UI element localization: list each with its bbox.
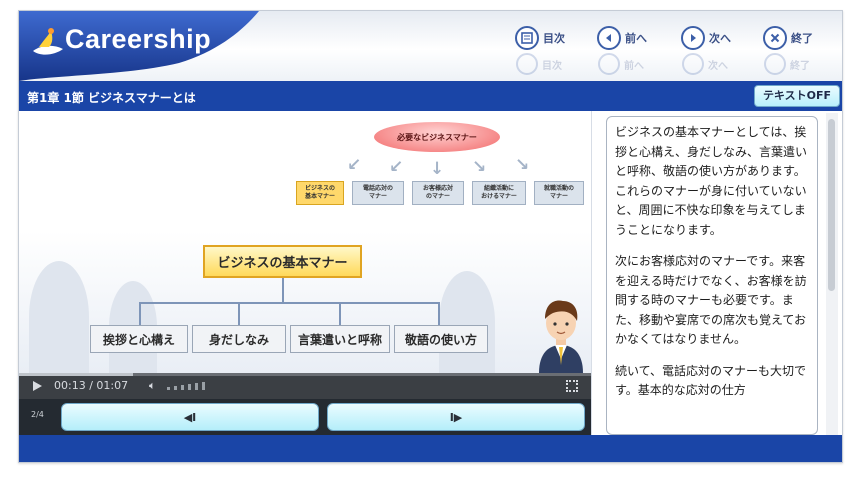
tree-connector	[139, 302, 141, 325]
transcript-paragraph: 次にお客様応対のマナーです。来客を迎える時だけでなく、お客様を訪問する時のマナー…	[615, 254, 807, 346]
tree-connector	[139, 302, 440, 304]
video-controls: 00:13 / 01:07 🔈︎	[19, 373, 591, 399]
chapter-title: 第1章 1節 ビジネスマナーとは	[27, 91, 196, 105]
volume-level-bar[interactable]	[202, 382, 205, 390]
leaf-appearance: 身だしなみ	[192, 325, 286, 353]
transcript-panel: ビジネスの基本マナーとしては、挨拶と心構え、身だしなみ、言葉遣いと呼称、敬語の使…	[591, 111, 842, 435]
exit-label: 終了	[791, 32, 813, 45]
volume-level-bar[interactable]	[188, 384, 191, 390]
logo-icon	[33, 28, 63, 55]
arrow-down-icon: ↓	[430, 159, 445, 179]
arrow-down-left-icon: ↙	[347, 155, 362, 175]
next-page-icon: I▶	[449, 410, 463, 424]
chevron-right-icon	[681, 26, 705, 50]
play-icon[interactable]	[33, 381, 42, 391]
toc-reflection: 目次	[516, 53, 562, 75]
previous-page-button[interactable]: ◀I	[61, 403, 319, 431]
transcript-scrollbar[interactable]	[826, 113, 838, 435]
next-reflection: 次へ	[682, 53, 728, 75]
volume-icon[interactable]: 🔈︎	[149, 379, 156, 393]
volume-level-bar[interactable]	[181, 385, 184, 390]
mini-card-job-hunting: 就職活動の マナー	[534, 181, 584, 205]
next-button[interactable]: 次へ	[681, 25, 731, 51]
business-basics-box: ビジネスの基本マナー	[203, 245, 362, 278]
tree-connector	[438, 302, 440, 325]
prev-button[interactable]: 前へ	[597, 25, 647, 51]
chevron-left-icon	[597, 26, 621, 50]
arrow-down-right-icon: ↘	[472, 157, 487, 177]
arrow-down-right-icon: ↘	[515, 155, 530, 175]
prev-reflection: 前へ	[598, 53, 644, 75]
mini-card-business-basics: ビジネスの 基本マナー	[296, 181, 344, 205]
volume-level-bar[interactable]	[167, 387, 170, 390]
footer-bar	[19, 435, 842, 462]
progress-track[interactable]	[19, 373, 591, 376]
next-label: 次へ	[709, 32, 731, 45]
page-count: 2/4	[31, 410, 44, 419]
volume-level-bar[interactable]	[174, 386, 177, 390]
progress-fill	[19, 373, 134, 376]
transcript-paragraph: ビジネスの基本マナーとしては、挨拶と心構え、身だしなみ、言葉遣いと呼称、敬語の使…	[615, 125, 808, 237]
transcript-text[interactable]: ビジネスの基本マナーとしては、挨拶と心構え、身だしなみ、言葉遣いと呼称、敬語の使…	[606, 116, 818, 435]
volume-level-bar[interactable]	[195, 383, 198, 390]
exit-reflection: 終了	[764, 53, 810, 75]
leaf-greeting: 挨拶と心構え	[90, 325, 188, 353]
close-icon	[763, 26, 787, 50]
presenter-avatar	[539, 300, 583, 373]
scrollbar-thumb[interactable]	[828, 119, 835, 291]
leaf-honorifics: 敬語の使い方	[394, 325, 488, 353]
mini-card-organization: 組織活動に おけるマナー	[472, 181, 526, 205]
exit-button[interactable]: 終了	[763, 25, 813, 51]
title-bar: 第1章 1節 ビジネスマナーとは テキストOFF	[19, 81, 842, 111]
mini-card-phone: 電話応対の マナー	[352, 181, 404, 205]
necessary-manners-bubble: 必要なビジネスマナー	[374, 122, 500, 152]
fullscreen-icon[interactable]	[566, 380, 578, 392]
tree-connector	[238, 302, 240, 325]
tree-connector	[339, 302, 341, 325]
toc-label: 目次	[543, 32, 565, 45]
app-window: Careership 目次 前へ 次へ 終了 目次 前へ 次へ 終了 第1章 1…	[18, 10, 843, 463]
text-off-button[interactable]: テキストOFF	[753, 85, 840, 107]
background-silhouette	[439, 271, 495, 373]
timecode: 00:13 / 01:07	[54, 379, 129, 392]
leaf-language: 言葉遣いと呼称	[290, 325, 390, 353]
toc-icon	[515, 26, 539, 50]
mini-card-customer: お客様応対 のマナー	[412, 181, 464, 205]
next-page-button[interactable]: I▶	[327, 403, 585, 431]
tree-connector	[282, 278, 284, 302]
transcript-paragraph: 続いて、電話応対のマナーも大切です。基本的な応対の仕方	[615, 363, 807, 398]
header: Careership 目次 前へ 次へ 終了 目次 前へ 次へ 終了	[19, 11, 842, 81]
toc-button[interactable]: 目次	[515, 25, 565, 51]
prev-page-icon: ◀I	[183, 410, 197, 424]
prev-label: 前へ	[625, 32, 647, 45]
arrow-down-left-icon: ↙	[389, 157, 404, 177]
slide-viewer: 必要なビジネスマナー ↙ ↙ ↓ ↘ ↘ ビジネスの 基本マナー 電話応対の マナー…	[19, 111, 591, 373]
pager: 2/4 ◀I I▶	[19, 399, 591, 435]
background-silhouette	[29, 261, 89, 373]
app-logo-text: Careership	[65, 24, 212, 54]
